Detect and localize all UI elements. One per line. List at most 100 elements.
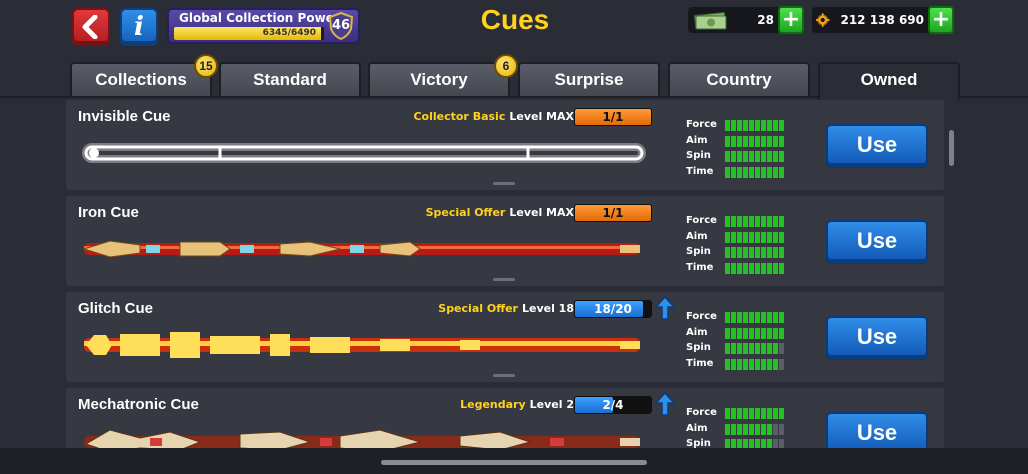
- stat-segment: [725, 231, 730, 243]
- stat-segment: [755, 135, 760, 147]
- tab-victory[interactable]: Victory 6: [368, 54, 518, 96]
- stat-segment: [749, 343, 754, 354]
- stat-segment: [731, 312, 736, 323]
- stat-segment: [773, 262, 778, 274]
- stat-segment: [779, 439, 784, 448]
- cue-list[interactable]: Invisible Cue Collector Basic Level MAX 1/1…: [66, 98, 958, 448]
- stat-segment: [737, 231, 742, 243]
- stat-bar: [725, 166, 784, 178]
- info-icon: i: [134, 12, 144, 42]
- cue-row[interactable]: Mechatronic Cue Legendary Level 2 2/4 Force A…: [66, 388, 944, 448]
- upgrade-arrow-icon[interactable]: [655, 296, 675, 320]
- stat-segment: [767, 166, 772, 178]
- stat-segment: [767, 327, 772, 339]
- stat-segment: [773, 166, 778, 178]
- stat-label: Spin: [686, 438, 711, 448]
- cue-meta: Special Offer Level 18: [438, 302, 574, 315]
- stat-segment: [773, 327, 778, 339]
- tab-collections[interactable]: Collections 15: [70, 54, 218, 96]
- stat-segment: [731, 166, 736, 178]
- coins-balance[interactable]: 212 138 690 +: [812, 6, 954, 34]
- cue-level: Level 2: [529, 398, 574, 411]
- home-indicator[interactable]: [381, 460, 647, 465]
- tab-surprise[interactable]: Surprise: [518, 62, 660, 96]
- stat-segment: [755, 151, 760, 162]
- stat-segment: [731, 327, 736, 339]
- tab-label: Collections: [95, 70, 187, 89]
- stat-force: Force: [686, 406, 786, 422]
- cash-stack-icon: [694, 12, 727, 30]
- stat-segment: [755, 262, 760, 274]
- scrollbar[interactable]: [949, 130, 954, 166]
- global-collection-power[interactable]: Global Collection Power 6345/6490 46: [167, 8, 360, 44]
- stat-segment: [725, 408, 730, 419]
- info-button[interactable]: i: [120, 8, 158, 46]
- stat-segment: [761, 327, 766, 339]
- tab-standard[interactable]: Standard: [219, 62, 361, 96]
- stat-segment: [743, 343, 748, 354]
- stat-bar: [725, 135, 784, 147]
- stat-segment: [767, 216, 772, 227]
- stat-segment: [773, 120, 778, 131]
- cue-name: Glitch Cue: [78, 300, 154, 317]
- cash-balance[interactable]: 28 +: [688, 6, 804, 34]
- stat-segment: [779, 327, 784, 339]
- cue-row[interactable]: Glitch Cue Special Offer Level 18 18/20 Forc…: [66, 292, 944, 382]
- cue-row[interactable]: Iron Cue Special Offer Level MAX 1/1 Force Ai…: [66, 196, 944, 286]
- stat-segment: [761, 247, 766, 258]
- stat-segment: [761, 343, 766, 354]
- stat-segment: [731, 247, 736, 258]
- coins-value: 212 138 690: [840, 13, 924, 27]
- stat-label: Force: [686, 311, 717, 322]
- cue-stats: Force Aim Spin Time: [686, 310, 786, 372]
- use-button[interactable]: Use: [826, 316, 928, 360]
- back-button[interactable]: [72, 8, 110, 46]
- add-cash-button[interactable]: +: [778, 6, 804, 34]
- stat-segment: [737, 151, 742, 162]
- stat-segment: [731, 408, 736, 419]
- tab-badge: 15: [194, 54, 218, 78]
- stat-segment: [779, 166, 784, 178]
- stat-label: Spin: [686, 246, 711, 257]
- stat-segment: [725, 120, 730, 131]
- stat-aim: Aim: [686, 230, 786, 246]
- tab-country[interactable]: Country: [668, 62, 810, 96]
- stat-segment: [749, 247, 754, 258]
- stat-label: Force: [686, 407, 717, 418]
- stat-segment: [767, 247, 772, 258]
- stat-segment: [767, 151, 772, 162]
- stat-segment: [755, 358, 760, 370]
- cue-category: Collector Basic: [413, 110, 506, 123]
- tab-label: Owned: [860, 70, 918, 89]
- stat-bar: [725, 151, 784, 162]
- row-handle: [493, 278, 515, 281]
- stat-segment: [779, 247, 784, 258]
- tab-owned[interactable]: Owned: [818, 62, 960, 100]
- add-coins-button[interactable]: +: [928, 6, 954, 34]
- use-button[interactable]: Use: [826, 412, 928, 448]
- upgrade-arrow-icon[interactable]: [655, 392, 675, 416]
- stat-aim: Aim: [686, 422, 786, 438]
- stat-bar: [725, 247, 784, 258]
- use-button[interactable]: Use: [826, 220, 928, 264]
- power-progress-bar: 6345/6490: [174, 27, 324, 40]
- stat-segment: [761, 262, 766, 274]
- stat-segment: [761, 358, 766, 370]
- stat-segment: [737, 358, 742, 370]
- stat-segment: [737, 262, 742, 274]
- cue-row[interactable]: Invisible Cue Collector Basic Level MAX 1/1…: [66, 100, 944, 190]
- stat-segment: [773, 216, 778, 227]
- stat-segment: [767, 423, 772, 435]
- stat-segment: [779, 120, 784, 131]
- use-button[interactable]: Use: [826, 124, 928, 168]
- cue-image: [80, 328, 646, 362]
- stat-segment: [749, 423, 754, 435]
- stat-segment: [737, 247, 742, 258]
- cue-category: Legendary: [460, 398, 526, 411]
- tab-badge: 6: [494, 54, 518, 78]
- back-arrow-icon: [82, 15, 98, 39]
- stat-segment: [755, 312, 760, 323]
- stat-segment: [731, 216, 736, 227]
- stat-segment: [761, 151, 766, 162]
- stat-segment: [743, 247, 748, 258]
